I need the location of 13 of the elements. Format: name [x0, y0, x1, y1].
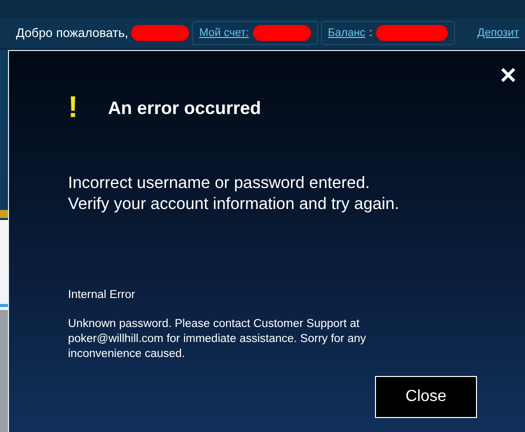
separator-text: :	[369, 27, 372, 39]
account-link[interactable]: Мой счет:	[199, 27, 249, 39]
error-message: Incorrect username or password entered. Verify your account information and try again.	[68, 173, 400, 215]
deposit-link[interactable]: Депозит	[477, 27, 519, 39]
redaction-mark	[131, 25, 190, 41]
close-button[interactable]: Close	[375, 376, 477, 418]
error-details: Unknown password. Please contact Customer Support at poker@willhill.com for immediate assistance. Sorry for any inconvenience caused.	[68, 317, 367, 362]
alert-mark: !	[68, 93, 78, 123]
redaction-mark	[252, 25, 311, 41]
welcome-text: Добро пожаловать,	[16, 26, 128, 40]
error-label: Internal Error	[68, 289, 136, 301]
balance-link[interactable]: Баланс	[328, 27, 366, 39]
dialog-title: An error occurred	[108, 98, 262, 118]
